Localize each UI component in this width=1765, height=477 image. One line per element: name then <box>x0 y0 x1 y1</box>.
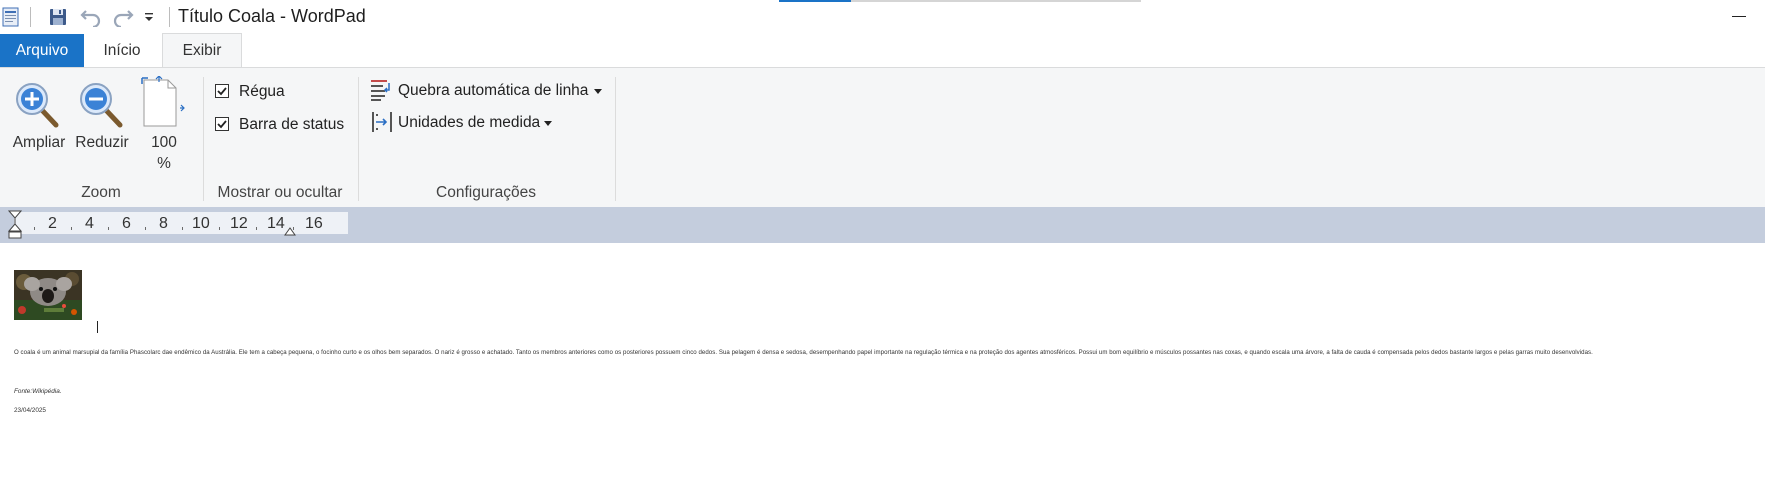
minimize-button[interactable] <box>1726 4 1752 28</box>
indent-markers-icon[interactable] <box>7 210 23 242</box>
word-wrap-dropdown-icon[interactable] <box>594 89 602 94</box>
minimize-icon <box>1732 16 1746 17</box>
settings-group-label: Configurações <box>436 184 536 201</box>
document-date: 23/04/2025 <box>14 407 46 414</box>
title-accent-line <box>779 0 851 2</box>
ruler-tick: 16 <box>305 215 323 232</box>
group-divider <box>203 77 204 201</box>
ruler-tick: 4 <box>85 215 94 232</box>
redo-icon[interactable] <box>110 4 136 30</box>
right-indent-marker-icon[interactable] <box>284 224 296 236</box>
zoom-out-button[interactable]: Reduzir <box>72 134 132 152</box>
ruler-tick: 14 <box>267 215 285 232</box>
ruler-minor-tick <box>182 227 183 230</box>
tab-arquivo[interactable]: Arquivo <box>0 34 84 67</box>
ruler-tick: 10 <box>192 215 210 232</box>
zoom-in-button[interactable]: Ampliar <box>8 134 70 152</box>
ruler-minor-tick <box>71 227 72 230</box>
ruler-minor-tick <box>108 227 109 230</box>
word-wrap-icon[interactable] <box>370 79 394 103</box>
ruler-label[interactable]: Régua <box>239 83 285 101</box>
statusbar-checkbox[interactable] <box>215 117 229 131</box>
zoom-100-label-number[interactable]: 100 <box>140 134 188 152</box>
zoom-100-icon[interactable] <box>140 75 186 130</box>
group-divider <box>615 77 616 201</box>
word-wrap-button[interactable]: Quebra automática de linha <box>398 82 588 100</box>
ruler-tick: 6 <box>122 215 131 232</box>
zoom-100-label-percent[interactable]: % <box>140 155 188 173</box>
app-icon[interactable] <box>0 4 22 30</box>
ruler-minor-tick <box>256 227 257 230</box>
ruler-strip <box>14 212 348 234</box>
zoom-group-label: Zoom <box>81 184 121 201</box>
document-source: Fonte:Wikipédia. <box>14 388 62 395</box>
statusbar-label[interactable]: Barra de status <box>239 116 344 134</box>
measurement-units-dropdown-icon[interactable] <box>544 121 552 126</box>
show-hide-group-label: Mostrar ou ocultar <box>217 184 343 201</box>
window-title: Título Coala - WordPad <box>178 6 366 26</box>
text-cursor <box>97 321 98 333</box>
measurement-units-button[interactable]: Unidades de medida <box>398 114 540 132</box>
zoom-in-icon[interactable] <box>12 80 64 130</box>
ruler-minor-tick <box>145 227 146 230</box>
quick-access-divider <box>30 7 31 27</box>
title-divider <box>169 7 170 27</box>
ruler-checkbox[interactable] <box>215 84 229 98</box>
ruler-minor-tick <box>293 227 294 230</box>
tab-inicio[interactable]: Início <box>88 34 156 67</box>
save-icon[interactable] <box>46 4 70 30</box>
group-divider <box>358 77 359 201</box>
undo-icon[interactable] <box>78 4 104 30</box>
title-accent-line-gray <box>851 0 1141 2</box>
ruler-minor-tick <box>219 227 220 230</box>
measurement-units-icon[interactable] <box>370 110 394 134</box>
customize-quick-access-icon[interactable] <box>142 4 156 30</box>
document-area[interactable] <box>0 243 1765 477</box>
ruler-tick: 8 <box>159 215 168 232</box>
ruler-tick: 2 <box>48 215 57 232</box>
ruler-minor-tick <box>34 227 35 230</box>
tab-exibir[interactable]: Exibir <box>162 33 242 68</box>
koala-image[interactable] <box>14 270 82 320</box>
zoom-out-icon[interactable] <box>76 80 128 130</box>
ruler-tick: 12 <box>230 215 248 232</box>
document-paragraph: O coala é um animal marsupial da família… <box>14 349 1593 356</box>
